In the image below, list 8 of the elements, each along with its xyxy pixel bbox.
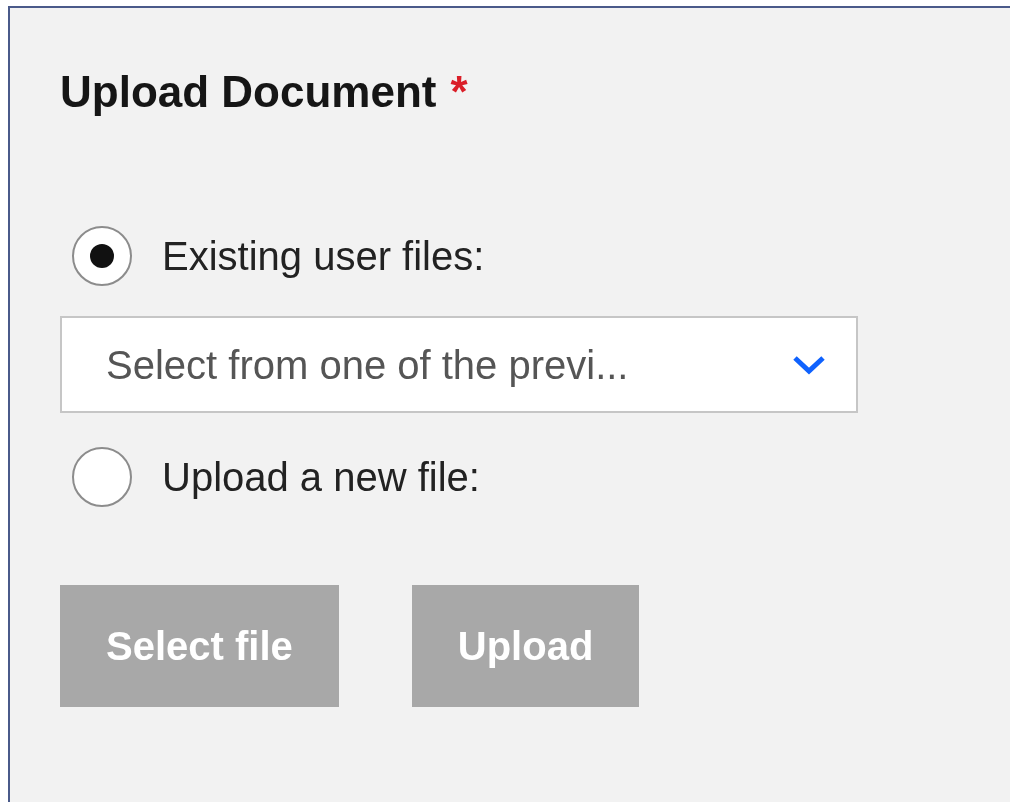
- radio-button[interactable]: [72, 226, 132, 286]
- radio-button[interactable]: [72, 447, 132, 507]
- radio-label: Upload a new file:: [162, 457, 480, 497]
- form-title: Upload Document: [60, 70, 437, 114]
- file-dropdown[interactable]: Select from one of the previ...: [60, 316, 858, 413]
- required-mark: *: [450, 70, 468, 114]
- chevron-down-icon: [792, 354, 826, 375]
- radio-label: Existing user files:: [162, 236, 485, 276]
